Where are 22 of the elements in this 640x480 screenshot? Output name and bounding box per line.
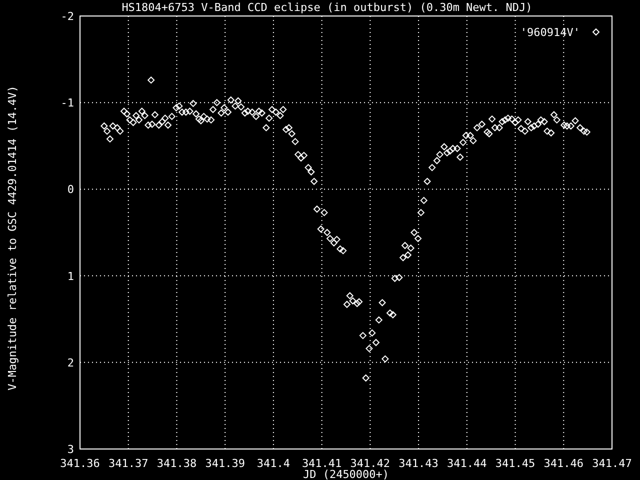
tick-label: 0	[67, 183, 74, 196]
tick-label: 341.41	[302, 457, 342, 470]
tick-label: 341.46	[544, 457, 584, 470]
tick-label: 341.4	[256, 457, 290, 470]
tick-label: -1	[60, 96, 74, 110]
tick-label: 2	[67, 356, 74, 370]
tick-label: 341.42	[350, 457, 390, 470]
legend-label: '960914V'	[520, 26, 580, 39]
tick-label: 341.36	[60, 457, 100, 470]
tick-label: 3	[67, 443, 74, 456]
tick-label: 341.45	[495, 457, 536, 470]
tick-label: 1	[67, 270, 74, 283]
tick-label: -2	[60, 10, 74, 23]
tick-label: 341.47	[592, 457, 632, 470]
axis-label: JD (2450000+)	[302, 468, 390, 480]
tick-label: 341.44	[447, 457, 487, 470]
tick-label: 341.38	[156, 457, 197, 470]
tick-label: 341.39	[205, 457, 245, 470]
axis-label: V-Magnitude relative to GSC 4429.01414 (14.4V)	[6, 86, 19, 390]
chart-title: HS1804+6753 V-Band CCD eclipse (in outburst) (0.30m Newt. NDJ)	[122, 1, 532, 14]
tick-label: 341.43	[398, 457, 438, 470]
tick-label: 341.37	[108, 457, 148, 470]
